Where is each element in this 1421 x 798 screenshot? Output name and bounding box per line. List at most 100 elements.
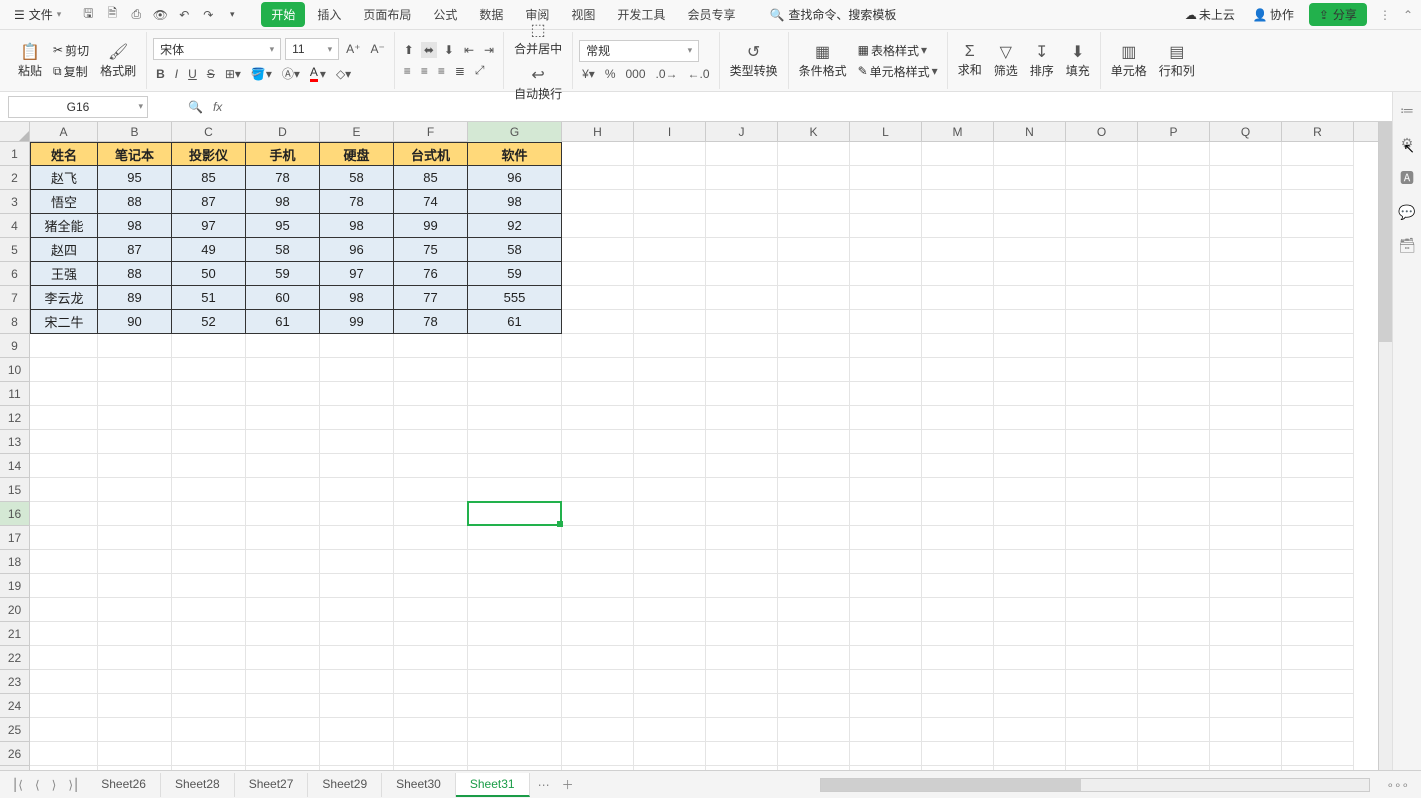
cell[interactable]: [706, 454, 778, 478]
cell[interactable]: [922, 646, 994, 670]
cell[interactable]: [394, 670, 468, 694]
cell[interactable]: [30, 478, 98, 502]
row-header[interactable]: 26: [0, 742, 29, 766]
cell[interactable]: [562, 406, 634, 430]
cell[interactable]: [172, 454, 246, 478]
column-header[interactable]: D: [246, 122, 320, 142]
strike-button[interactable]: S: [204, 66, 218, 82]
cell[interactable]: [1210, 262, 1282, 286]
cell[interactable]: [1066, 382, 1138, 406]
cell[interactable]: [994, 694, 1066, 718]
cell[interactable]: [246, 646, 320, 670]
row-header[interactable]: 9: [0, 334, 29, 358]
cell[interactable]: [778, 406, 850, 430]
cell[interactable]: [778, 166, 850, 190]
cell[interactable]: [562, 550, 634, 574]
cell[interactable]: [246, 478, 320, 502]
rowcol-button[interactable]: ▤行和列: [1155, 40, 1199, 81]
cell[interactable]: [778, 526, 850, 550]
cell[interactable]: 98: [320, 286, 394, 310]
cell[interactable]: [172, 526, 246, 550]
cell[interactable]: 51: [172, 286, 246, 310]
cell[interactable]: [850, 238, 922, 262]
ribbon-tab-4[interactable]: 数据: [469, 2, 513, 27]
cell[interactable]: [1210, 598, 1282, 622]
cell[interactable]: [1210, 214, 1282, 238]
share-button[interactable]: ⇪ 分享: [1309, 3, 1367, 26]
cell[interactable]: [1282, 598, 1354, 622]
cell[interactable]: [172, 334, 246, 358]
cell[interactable]: [320, 718, 394, 742]
cell[interactable]: [98, 694, 172, 718]
ribbon-tab-7[interactable]: 开发工具: [607, 2, 675, 27]
cell[interactable]: 92: [468, 214, 562, 238]
cell[interactable]: [634, 502, 706, 526]
sheet-nav-last-icon[interactable]: ⟩⎮: [64, 778, 83, 792]
row-header[interactable]: 8: [0, 310, 29, 334]
cell[interactable]: [1210, 646, 1282, 670]
column-header[interactable]: C: [172, 122, 246, 142]
cell[interactable]: [1282, 310, 1354, 334]
cell[interactable]: [1066, 670, 1138, 694]
cell[interactable]: [98, 742, 172, 766]
align-left-button[interactable]: ≡: [401, 63, 414, 79]
column-header[interactable]: I: [634, 122, 706, 142]
cell[interactable]: [30, 430, 98, 454]
cell[interactable]: 95: [98, 166, 172, 190]
copy-button[interactable]: ⧉复制: [50, 62, 92, 81]
row-header[interactable]: 15: [0, 478, 29, 502]
cell[interactable]: [994, 238, 1066, 262]
cell[interactable]: [1066, 502, 1138, 526]
cell[interactable]: 95: [246, 214, 320, 238]
cell[interactable]: 悟空: [30, 190, 98, 214]
cell[interactable]: [468, 382, 562, 406]
cell[interactable]: [1066, 550, 1138, 574]
cell[interactable]: [922, 286, 994, 310]
cell[interactable]: [1210, 526, 1282, 550]
cell[interactable]: [1138, 598, 1210, 622]
cell[interactable]: 96: [468, 166, 562, 190]
cell[interactable]: [30, 550, 98, 574]
ribbon-tab-6[interactable]: 视图: [561, 2, 605, 27]
cell[interactable]: [1210, 166, 1282, 190]
cell[interactable]: [994, 166, 1066, 190]
cell[interactable]: [850, 358, 922, 382]
cell[interactable]: [778, 574, 850, 598]
cell[interactable]: 87: [172, 190, 246, 214]
cell[interactable]: [1138, 622, 1210, 646]
clear-format-button[interactable]: ◇▾: [333, 66, 354, 82]
cell[interactable]: [320, 406, 394, 430]
cell[interactable]: [922, 262, 994, 286]
cell[interactable]: [172, 622, 246, 646]
cell[interactable]: [1282, 526, 1354, 550]
cell[interactable]: [98, 454, 172, 478]
cell[interactable]: [562, 670, 634, 694]
cell[interactable]: [562, 502, 634, 526]
cell[interactable]: 89: [98, 286, 172, 310]
cell[interactable]: [778, 670, 850, 694]
cell[interactable]: [706, 262, 778, 286]
cell[interactable]: [30, 646, 98, 670]
cell[interactable]: [246, 454, 320, 478]
cell[interactable]: [634, 454, 706, 478]
cell[interactable]: [706, 190, 778, 214]
cell[interactable]: [98, 382, 172, 406]
cell[interactable]: [778, 310, 850, 334]
cell[interactable]: [320, 574, 394, 598]
cell[interactable]: 88: [98, 262, 172, 286]
cell[interactable]: [394, 454, 468, 478]
cell[interactable]: [468, 478, 562, 502]
select-all-corner[interactable]: [0, 122, 30, 142]
cell[interactable]: [30, 742, 98, 766]
cell[interactable]: [1066, 334, 1138, 358]
cell[interactable]: [634, 382, 706, 406]
cell[interactable]: [320, 334, 394, 358]
align-middle-button[interactable]: ⬌: [421, 42, 437, 58]
cell[interactable]: [1138, 142, 1210, 166]
column-header[interactable]: N: [994, 122, 1066, 142]
orientation-button[interactable]: ⤢: [472, 62, 488, 79]
cell[interactable]: 59: [246, 262, 320, 286]
cell[interactable]: [994, 310, 1066, 334]
cell[interactable]: [778, 622, 850, 646]
cell[interactable]: [994, 382, 1066, 406]
